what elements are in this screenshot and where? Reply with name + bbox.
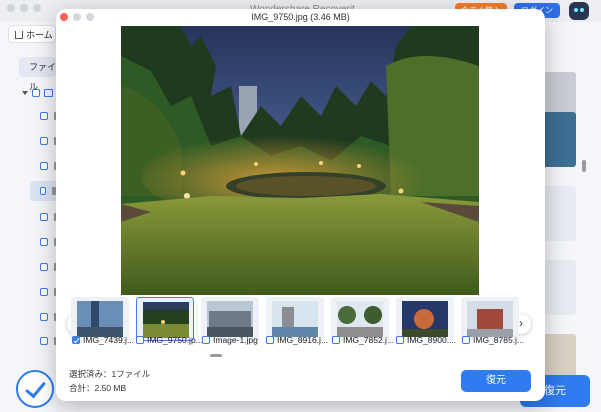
selected-count: 選択済み：1ファイル bbox=[69, 369, 151, 379]
robot-avatar-icon[interactable] bbox=[569, 2, 589, 20]
sidebar-file-tab[interactable]: ファイル bbox=[19, 57, 56, 92]
thumbnail-filename: IMG_7439.j... bbox=[83, 335, 135, 345]
thumbnail-checkbox[interactable] bbox=[332, 336, 340, 344]
thumbnail-label-5[interactable]: IMG_8900.... bbox=[396, 335, 456, 345]
image-preview bbox=[121, 26, 479, 295]
thumbnail-label-3[interactable]: IMG_8916.j... bbox=[266, 335, 328, 345]
thumbnail-checkbox[interactable] bbox=[136, 336, 144, 344]
thumbnail-label-0[interactable]: IMG_7439.j... bbox=[72, 335, 134, 345]
night-park-photo bbox=[121, 26, 479, 295]
thumbnail-image bbox=[207, 301, 253, 337]
total-size: 合計：2.50 MB bbox=[69, 383, 127, 393]
file-thumbnail[interactable] bbox=[542, 112, 576, 167]
scrollbar[interactable] bbox=[582, 160, 586, 172]
restore-button[interactable]: 復元 bbox=[461, 370, 531, 392]
preview-dialog: IMG_9750.jpg (3.46 MB) › IMG_7439.j... I… bbox=[56, 9, 545, 401]
tree-checkbox[interactable] bbox=[40, 112, 48, 120]
thumbnail-image bbox=[402, 301, 448, 337]
thumbnail-image bbox=[143, 302, 189, 338]
thumbnail-filename: IMG_8916.j... bbox=[277, 335, 329, 345]
tree-checkbox[interactable] bbox=[40, 187, 47, 195]
tree-checkbox[interactable] bbox=[40, 337, 48, 345]
thumbnail-label-4[interactable]: IMG_7852.j... bbox=[332, 335, 394, 345]
tree-checkbox[interactable] bbox=[40, 162, 48, 170]
thumbnail-checkbox[interactable] bbox=[202, 336, 210, 344]
window-controls bbox=[7, 4, 41, 12]
file-grid-partial bbox=[542, 45, 601, 389]
thumbnail-label-1[interactable]: IMG_9750.jp... bbox=[136, 335, 203, 345]
home-tab[interactable]: ホーム bbox=[8, 25, 56, 43]
thumbnail-image bbox=[467, 301, 513, 337]
file-thumbnail[interactable] bbox=[542, 260, 576, 315]
thumbnail-filename: IMG_9750.jp... bbox=[147, 335, 203, 345]
sidebar: ファイル bbox=[0, 45, 59, 375]
thumbnail-checkbox[interactable] bbox=[462, 336, 470, 344]
tree-checkbox[interactable] bbox=[40, 288, 48, 296]
tree-root-item[interactable] bbox=[22, 89, 53, 97]
thumbnail-image bbox=[272, 301, 318, 337]
selection-summary: 選択済み：1ファイル 合計：2.50 MB bbox=[69, 367, 150, 395]
thumbnail-checkbox[interactable] bbox=[266, 336, 274, 344]
thumbnail-filename: IMG_8785.j... bbox=[473, 335, 525, 345]
home-icon bbox=[15, 31, 23, 39]
drag-handle[interactable] bbox=[210, 354, 222, 357]
thumbnail-label-6[interactable]: IMG_8785.j... bbox=[462, 335, 524, 345]
home-tab-label: ホーム bbox=[26, 29, 53, 40]
select-all-check-icon[interactable] bbox=[16, 370, 54, 408]
thumbnail-label-2[interactable]: Image-1.jpg bbox=[202, 335, 258, 345]
tree-checkbox[interactable] bbox=[40, 313, 48, 321]
thumbnail-checkbox[interactable] bbox=[72, 336, 80, 344]
thumbnail-image bbox=[77, 301, 123, 337]
tree-item-selected[interactable] bbox=[30, 181, 56, 201]
thumbnail-filename: Image-1.jpg bbox=[213, 335, 258, 345]
tree-checkbox[interactable] bbox=[32, 89, 40, 97]
tree-checkbox[interactable] bbox=[40, 238, 48, 246]
thumbnail-checkbox[interactable] bbox=[396, 336, 404, 344]
file-thumbnail[interactable] bbox=[542, 186, 576, 241]
tree-checkbox[interactable] bbox=[40, 263, 48, 271]
dialog-titlebar: IMG_9750.jpg (3.46 MB) bbox=[56, 9, 545, 26]
tree-checkbox[interactable] bbox=[40, 213, 48, 221]
dialog-title: IMG_9750.jpg (3.46 MB) bbox=[251, 12, 350, 22]
image-folder-icon bbox=[44, 89, 53, 97]
chevron-down-icon[interactable] bbox=[22, 91, 28, 95]
thumbnail-filename: IMG_7852.j... bbox=[343, 335, 395, 345]
thumbnail-image bbox=[337, 301, 383, 337]
tree-checkbox[interactable] bbox=[40, 137, 48, 145]
thumbnail-filename: IMG_8900.... bbox=[407, 335, 457, 345]
